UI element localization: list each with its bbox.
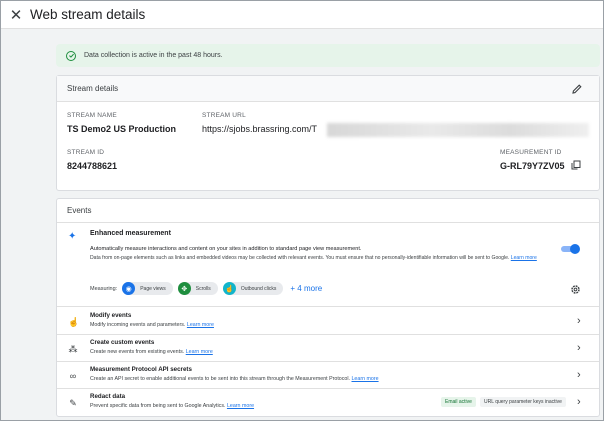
measuring-list: Measuring: ◉ Page views ✥ Scrolls ☝ Outb… (90, 282, 322, 295)
chevron-right-icon: › (577, 315, 581, 327)
events-card: Events ✦ Enhanced measurement Automatica… (56, 198, 600, 417)
stream-url-value: https://sjobs.brassring.com/T (202, 124, 318, 134)
enhanced-measurement-toggle[interactable] (561, 244, 580, 254)
check-circle-icon (66, 50, 76, 61)
chip-page-views-label: Page views (140, 285, 166, 292)
row-desc-text: Create an API secret to enable additiona… (90, 376, 350, 382)
sparkle-cursor-icon: ⁂ (68, 344, 78, 354)
chevron-right-icon: › (577, 369, 581, 381)
row-desc-text: Modify incoming events and parameters. (90, 322, 186, 328)
edit-pencil-icon[interactable] (571, 83, 583, 95)
status-banner-text: Data collection is active in the past 48… (84, 52, 223, 59)
row-learn-more-link[interactable]: Learn more (187, 322, 214, 328)
eye-icon: ◉ (122, 282, 136, 295)
more-events-link[interactable]: + 4 more (290, 284, 322, 293)
enhanced-measurement-description: Automatically measure interactions and c… (90, 246, 362, 252)
enhanced-measurement-section: ✦ Enhanced measurement Automatically mea… (57, 224, 599, 307)
eraser-icon: ✎ (69, 398, 77, 408)
status-banner: Data collection is active in the past 48… (56, 44, 600, 67)
row-desc: Modify incoming events and parameters. L… (90, 322, 214, 328)
chip-scrolls-label: Scrolls (195, 285, 211, 292)
row-desc: Create new events from existing events. … (90, 349, 213, 355)
row-desc-text: Create new events from existing events. (90, 349, 185, 355)
email-active-badge: Email active (441, 397, 476, 407)
stream-url-label: STREAM URL (202, 112, 246, 119)
row-learn-more-link[interactable]: Learn more (227, 403, 254, 409)
gear-icon[interactable] (570, 284, 581, 295)
chevron-right-icon: › (577, 342, 581, 354)
row-title: Redact data (90, 393, 126, 400)
url-query-inactive-badge: URL query parameter keys inactive (480, 397, 566, 407)
hand-touch-icon: ☝ (68, 317, 80, 327)
click-icon: ☝ (222, 282, 236, 295)
stream-details-heading: Stream details (57, 76, 599, 102)
row-desc: Create an API secret to enable additiona… (90, 376, 379, 382)
enhanced-learn-more-link[interactable]: Learn more (511, 255, 537, 261)
header-bar: ✕ Web stream details (1, 1, 603, 29)
stream-name-label: STREAM NAME (67, 112, 117, 119)
row-title: Modify events (90, 312, 132, 319)
enhanced-measurement-title: Enhanced measurement (90, 230, 171, 237)
row-redact-data[interactable]: ✎ Redact data Prevent specific data from… (57, 390, 599, 416)
measuring-label: Measuring: (90, 285, 118, 292)
scroll-arrows-icon: ✥ (177, 282, 191, 295)
row-learn-more-link[interactable]: Learn more (351, 376, 378, 382)
row-measurement-protocol[interactable]: ∞ Measurement Protocol API secrets Creat… (57, 363, 599, 389)
stream-name-value: TS Demo2 US Production (67, 124, 177, 134)
stream-details-card: Stream details STREAM NAME TS Demo2 US P… (56, 75, 600, 191)
close-icon[interactable]: ✕ (5, 4, 27, 26)
chip-outbound-clicks[interactable]: ☝ Outbound clicks (222, 282, 284, 295)
sparkle-icon: ✦ (68, 231, 77, 242)
row-desc: Prevent specific data from being sent to… (90, 403, 254, 409)
row-title: Create custom events (90, 339, 155, 346)
chip-page-views[interactable]: ◉ Page views (122, 282, 173, 295)
events-heading: Events (57, 199, 599, 223)
chip-outbound-clicks-label: Outbound clicks (240, 285, 277, 292)
row-desc-text: Prevent specific data from being sent to… (90, 403, 226, 409)
enhanced-measurement-note: Data from on-page elements such as links… (90, 255, 575, 262)
stream-id-value: 8244788621 (67, 161, 118, 171)
measurement-id-value: G-RL79Y7ZV05 (500, 161, 565, 171)
page-title: Web stream details (30, 7, 146, 22)
row-modify-events[interactable]: ☝ Modify events Modify incoming events a… (57, 309, 599, 335)
redacted-url-blur (327, 123, 589, 137)
chevron-right-icon: › (577, 396, 581, 408)
copy-icon[interactable] (571, 160, 581, 170)
row-create-custom-events[interactable]: ⁂ Create custom events Create new events… (57, 336, 599, 362)
chip-scrolls[interactable]: ✥ Scrolls (177, 282, 218, 295)
web-stream-details-dialog: ✕ Web stream details Data collection is … (0, 0, 604, 421)
stream-id-label: STREAM ID (67, 149, 105, 156)
key-link-icon: ∞ (69, 371, 77, 381)
enhanced-measurement-note-text: Data from on-page elements such as links… (90, 255, 510, 261)
measurement-id-label: MEASUREMENT ID (500, 149, 562, 156)
toggle-knob (570, 244, 580, 254)
row-title: Measurement Protocol API secrets (90, 366, 192, 373)
row-learn-more-link[interactable]: Learn more (186, 349, 213, 355)
